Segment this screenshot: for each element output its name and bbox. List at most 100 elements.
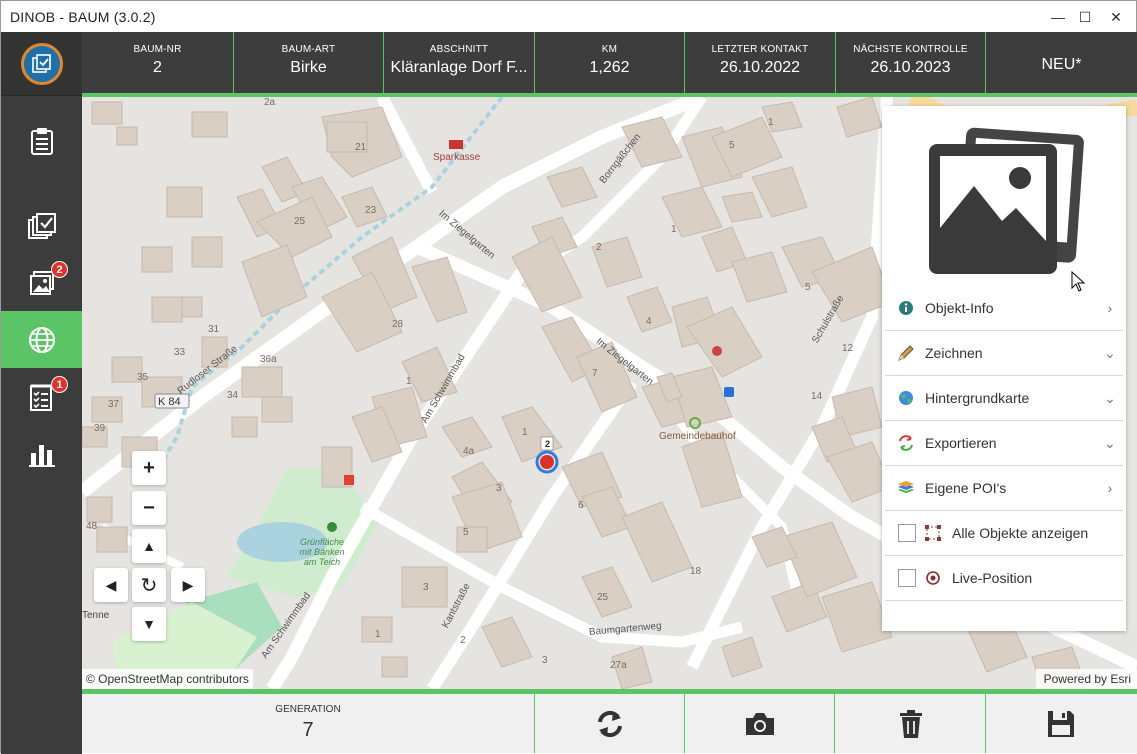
sidebar-item-statistics[interactable] — [1, 425, 82, 482]
chevron-right-icon: › — [1107, 300, 1113, 316]
km-label: KM — [601, 44, 618, 55]
abschnitt-label: ABSCHNITT — [429, 44, 489, 55]
panel-item-live-position[interactable]: Live-Position — [885, 556, 1123, 601]
objekt-info-label: Objekt-Info — [925, 300, 994, 316]
pan-right-button[interactable]: ▶ — [171, 568, 205, 602]
photo-placeholder[interactable] — [882, 106, 1126, 286]
panel-item-alle-objekte[interactable]: Alle Objekte anzeigen — [885, 511, 1123, 556]
triangle-left-icon: ◀ — [105, 576, 117, 593]
save-button[interactable] — [986, 694, 1136, 753]
house-number: 3 — [423, 582, 429, 593]
sidebar-item-objects[interactable] — [1, 197, 82, 254]
triangle-down-icon: ▼ — [142, 616, 156, 632]
eigene-pois-label: Eigene POI's — [925, 480, 1007, 496]
baum-art-label: BAUM-ART — [281, 44, 336, 55]
triangle-right-icon: ▶ — [182, 576, 194, 593]
sidebar-item-checklist[interactable]: 1 — [1, 368, 82, 425]
generation-value: 7 — [302, 719, 314, 741]
generation-label: GENERATION — [275, 704, 341, 715]
app-logo — [1, 32, 82, 96]
zoom-out-button[interactable]: − — [132, 491, 166, 525]
status-value: NEU* — [1041, 56, 1082, 73]
live-position-checkbox[interactable] — [898, 569, 916, 587]
house-number: 1 — [375, 629, 381, 640]
label-gemeindebauhof: Gemeindebauhof — [659, 431, 736, 442]
hintergrundkarte-label: Hintergrundkarte — [925, 390, 1030, 406]
house-number: 1 — [522, 427, 528, 438]
house-number: 1 — [671, 224, 677, 235]
house-number: 2 — [460, 635, 466, 646]
minus-icon: − — [143, 496, 155, 519]
house-number: 3 — [542, 655, 548, 666]
exportieren-label: Exportieren — [925, 435, 997, 451]
image-placeholder-icon — [929, 127, 1084, 274]
export-icon — [897, 434, 915, 452]
reset-rotation-button[interactable]: ↻ — [132, 568, 166, 602]
house-number: 14 — [811, 391, 823, 402]
dentist-icon — [344, 475, 354, 485]
header-bar: BAUM-NR 2 BAUM-ART Birke ABSCHNITT Klära… — [82, 32, 1137, 93]
field-baum-nr: BAUM-NR 2 — [82, 32, 234, 93]
house-number: 4a — [463, 446, 475, 457]
panel-item-exportieren[interactable]: Exportieren ⌄ — [885, 421, 1123, 466]
house-number: 25 — [294, 216, 306, 227]
house-number: 5 — [729, 140, 735, 151]
maximize-button[interactable]: ☐ — [1068, 5, 1102, 29]
label-k84: K 84 — [158, 396, 181, 408]
osm-attribution[interactable]: © OpenStreetMap contributors — [82, 669, 253, 689]
title-bar: DINOB - BAUM (3.0.2) — ☐ ✕ — [1, 1, 1136, 32]
close-button[interactable]: ✕ — [1099, 5, 1133, 29]
house-number: 36a — [260, 354, 277, 365]
chevron-right-icon: › — [1107, 480, 1113, 496]
map-tools-panel: Objekt-Info › Zeichnen ⌄ Hintergrundkart… — [882, 106, 1126, 631]
house-number: 1 — [406, 376, 412, 387]
bottom-toolbar: GENERATION 7 — [82, 694, 1137, 753]
globe-icon — [28, 326, 55, 353]
zoom-in-button[interactable]: + — [132, 451, 166, 485]
sidebar-item-map[interactable] — [1, 311, 82, 368]
chevron-down-icon: ⌄ — [1104, 344, 1116, 361]
marker-label: 2 — [545, 439, 551, 449]
panel-item-eigene-pois[interactable]: Eigene POI's › — [885, 466, 1123, 511]
pan-down-button[interactable]: ▼ — [132, 607, 166, 641]
letzter-kontakt-value: 26.10.2022 — [719, 59, 801, 76]
refresh-button[interactable] — [535, 694, 685, 753]
field-km: KM 1,262 — [535, 32, 685, 93]
field-letzter-kontakt: LETZTER KONTAKT 26.10.2022 — [685, 32, 836, 93]
pan-left-button[interactable]: ◀ — [94, 568, 128, 602]
camera-button[interactable] — [685, 694, 835, 753]
house-number: 34 — [227, 390, 239, 401]
generation-field: GENERATION 7 — [82, 694, 535, 753]
sidebar-item-tasks[interactable] — [1, 112, 82, 169]
field-abschnitt: ABSCHNITT Kläranlage Dorf F... — [384, 32, 535, 93]
parking-icon — [724, 387, 734, 397]
alle-objekte-checkbox[interactable] — [898, 524, 916, 542]
house-number: 3 — [496, 483, 502, 494]
panel-item-hintergrundkarte[interactable]: Hintergrundkarte ⌄ — [885, 376, 1123, 421]
house-number: 4 — [646, 316, 652, 327]
panel-item-zeichnen[interactable]: Zeichnen ⌄ — [885, 331, 1123, 376]
house-number: 25 — [597, 592, 609, 603]
info-icon — [897, 299, 915, 317]
pan-up-button[interactable]: ▲ — [132, 529, 166, 563]
house-number: 5 — [463, 527, 469, 538]
camera-icon — [745, 712, 774, 735]
zeichnen-label: Zeichnen — [925, 345, 983, 361]
delete-button[interactable] — [836, 694, 986, 753]
house-number: 12 — [842, 343, 854, 354]
baum-nr-label: BAUM-NR — [133, 44, 182, 55]
sidebar-item-photos[interactable]: 2 — [1, 254, 82, 311]
km-value: 1,262 — [589, 59, 630, 76]
fire-station-icon — [712, 346, 722, 356]
house-number: 6 — [578, 500, 584, 511]
panel-item-objekt-info[interactable]: Objekt-Info › — [885, 286, 1123, 331]
sparkasse-icon — [449, 140, 463, 149]
save-icon — [1048, 710, 1074, 737]
status-cell[interactable]: NEU* — [986, 32, 1137, 93]
esri-attribution[interactable]: Powered by Esri — [1035, 669, 1137, 689]
window-title: DINOB - BAUM (3.0.2) — [10, 9, 156, 25]
baum-art-value: Birke — [290, 59, 327, 76]
label-sparkasse: Sparkasse — [433, 152, 481, 163]
abschnitt-value: Kläranlage Dorf F... — [390, 59, 528, 76]
house-number: 1 — [768, 117, 774, 128]
